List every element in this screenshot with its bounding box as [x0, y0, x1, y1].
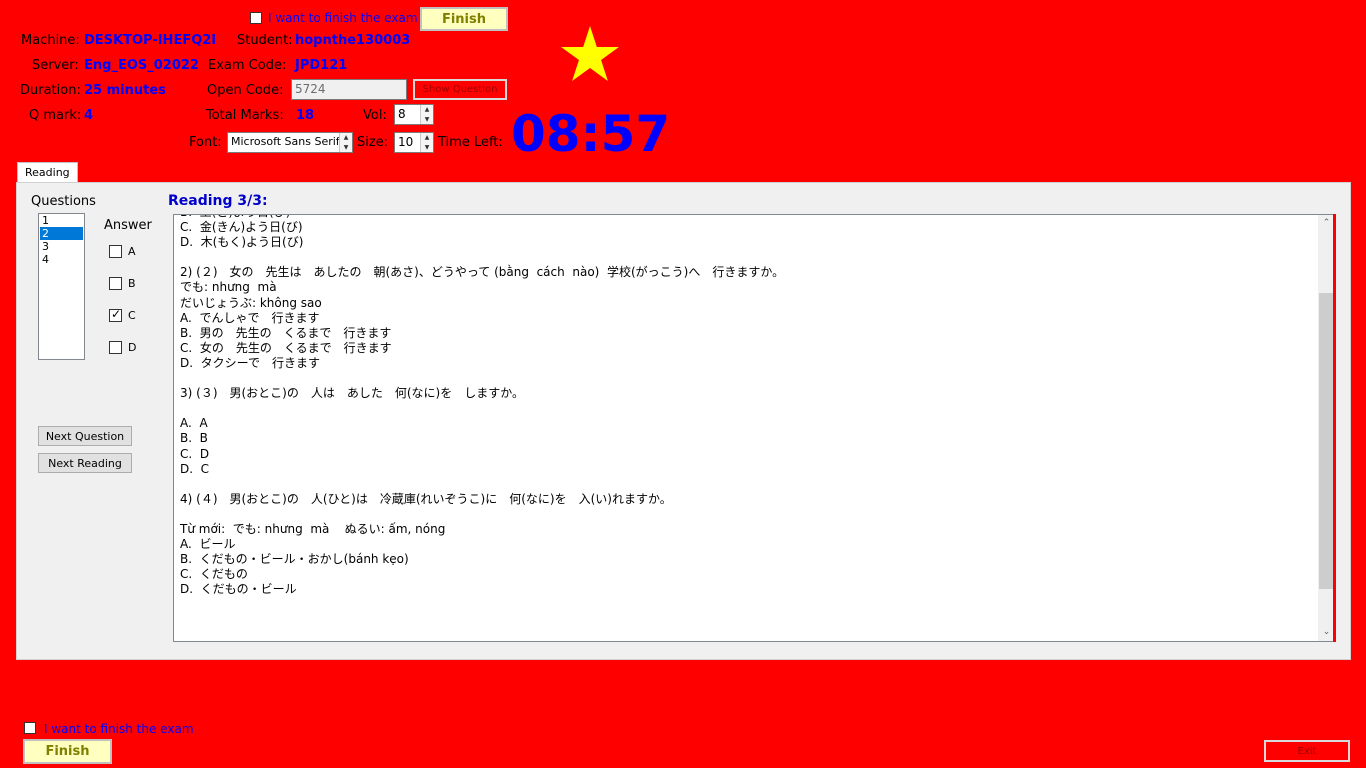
reading-line: 4) (４) 男(おとこ)の 人(ひと)は 冷蔵庫(れいぞうこ)に 何(なに)を…	[180, 491, 672, 506]
answer-checkbox[interactable]	[109, 277, 122, 290]
answer-option-label: D	[128, 341, 137, 354]
answer-checkbox[interactable]	[109, 245, 122, 258]
star-icon	[561, 26, 619, 81]
reading-line	[180, 477, 1315, 492]
vol-label: Vol:	[363, 108, 387, 123]
font-value: Microsoft Sans Serif	[231, 135, 340, 148]
reading-line: C. くだもの	[180, 567, 248, 582]
question-list-item[interactable]: 2	[40, 227, 83, 240]
finish-exam-label-bottom: I want to finish the exam	[44, 722, 194, 736]
font-selector[interactable]: Microsoft Sans Serif ▲ ▼	[227, 132, 353, 153]
reading-text-area[interactable]: B. 土(ど)よう日(び)C. 金(きん)よう日(び)D. 木(もく)よう日(び…	[173, 214, 1336, 642]
volume-spin-arrows[interactable]: ▲ ▼	[420, 105, 433, 124]
tab-reading[interactable]: Reading	[17, 162, 78, 182]
question-list-item[interactable]: 3	[40, 240, 83, 253]
answer-option-label: A	[128, 245, 136, 258]
scrollbar-thumb[interactable]	[1319, 293, 1334, 589]
font-label: Font:	[189, 135, 222, 150]
panel-edge-divider	[1333, 214, 1336, 642]
reading-title: Reading 3/3:	[168, 193, 268, 209]
finish-button-top[interactable]: Finish	[420, 7, 508, 31]
qmark-value: 4	[84, 108, 94, 123]
reading-line: C. 金(きん)よう日(び)	[180, 220, 303, 235]
open-code-field[interactable]: 5724	[291, 79, 407, 100]
reading-line: D. タクシーで 行きます	[180, 355, 320, 370]
reading-line: だいじょうぶ: không sao	[180, 295, 322, 310]
font-spin-arrows[interactable]: ▲ ▼	[339, 133, 352, 152]
finish-exam-label-top: I want to finish the exam	[268, 11, 418, 25]
answer-option-label: C	[128, 309, 136, 322]
reading-panel: Questions 1234 Answer A B C D Next Question…	[16, 182, 1351, 660]
volume-value: 8	[398, 107, 406, 121]
reading-line: B. 男の 先生の くるまで 行きます	[180, 325, 392, 340]
answer-checkbox[interactable]	[109, 341, 122, 354]
spin-down-icon[interactable]: ▼	[421, 143, 433, 153]
duration-value: 25 minutes	[84, 83, 166, 98]
spin-down-icon[interactable]: ▼	[340, 143, 352, 153]
answer-option-c[interactable]: C	[109, 307, 136, 322]
reading-line: B. B	[180, 431, 208, 446]
questions-title: Questions	[31, 194, 96, 209]
server-label: Server:	[32, 58, 79, 73]
size-value: 10	[398, 135, 414, 149]
spin-up-icon[interactable]: ▲	[421, 105, 433, 115]
reading-line: Từ mới: でも: nhưng mà ぬるい: ấm, nóng	[180, 521, 446, 536]
student-label: Student:	[237, 33, 293, 48]
reading-line: A. でんしゃで 行きます	[180, 310, 320, 325]
question-list-item[interactable]: 1	[40, 214, 83, 227]
reading-line: D. くだもの・ビール	[180, 582, 297, 597]
spin-up-icon[interactable]: ▲	[340, 133, 352, 143]
server-value: Eng_EOS_02022	[84, 58, 199, 73]
size-label: Size:	[357, 135, 389, 150]
finish-button-bottom[interactable]: Finish	[23, 739, 112, 764]
machine-label: Machine:	[21, 33, 80, 48]
open-code-label: Open Code:	[207, 83, 284, 98]
reading-line: C. D	[180, 446, 210, 461]
reading-line	[180, 507, 1315, 522]
reading-line: A. ビール	[180, 537, 236, 552]
reading-line: B. くだもの・ビール・おかし(bánh kẹo)	[180, 552, 409, 567]
total-marks-label: Total Marks:	[206, 108, 284, 123]
volume-stepper[interactable]: 8 ▲ ▼	[394, 104, 434, 125]
answer-option-label: B	[128, 277, 136, 290]
next-reading-button[interactable]: Next Reading	[38, 453, 132, 473]
machine-value: DESKTOP-IHEFQ2I	[84, 33, 217, 48]
reading-line: でも: nhưng mà	[180, 280, 277, 295]
answer-option-a[interactable]: A	[109, 245, 136, 258]
reading-line	[180, 371, 1315, 386]
reading-line: D. 木(もく)よう日(び)	[180, 235, 304, 250]
size-spin-arrows[interactable]: ▲ ▼	[420, 133, 433, 152]
answer-option-d[interactable]: D	[109, 341, 136, 354]
show-question-button[interactable]: Show Question	[413, 79, 507, 100]
question-list[interactable]: 1234	[38, 213, 85, 360]
exam-code-value: JPD121	[295, 58, 348, 73]
duration-label: Duration:	[20, 83, 81, 98]
reading-line: C. 女の 先生の くるまで 行きます	[180, 340, 392, 355]
reading-line: D. C	[180, 461, 210, 476]
answer-label: Answer	[104, 218, 152, 233]
finish-exam-checkbox-top[interactable]	[250, 12, 262, 24]
size-stepper[interactable]: 10 ▲ ▼	[394, 132, 434, 153]
reading-line: A. A	[180, 416, 208, 431]
exit-button[interactable]: Exit	[1264, 740, 1350, 762]
time-left-countdown: 08:57	[511, 105, 671, 163]
reading-line	[180, 250, 1315, 265]
qmark-label: Q mark:	[29, 108, 82, 123]
total-marks-value: 18	[296, 108, 315, 123]
question-list-item[interactable]: 4	[40, 253, 83, 266]
next-question-button[interactable]: Next Question	[38, 426, 132, 446]
spin-up-icon[interactable]: ▲	[421, 133, 433, 143]
reading-line: 3) (３) 男(おとこ)の 人は あした 何(なに)を しますか。	[180, 386, 524, 401]
finish-exam-checkbox-bottom[interactable]	[24, 722, 36, 734]
time-left-label: Time Left:	[438, 135, 503, 150]
exam-code-label: Exam Code:	[208, 58, 287, 73]
reading-line	[180, 401, 1315, 416]
answer-option-b[interactable]: B	[109, 277, 136, 290]
spin-down-icon[interactable]: ▼	[421, 115, 433, 125]
reading-line: 2) (２) 女の 先生は あしたの 朝(あさ)、どうやって (bằng các…	[180, 265, 785, 280]
student-value: hopnthe130003	[295, 33, 411, 48]
answer-checkbox[interactable]	[109, 307, 122, 322]
